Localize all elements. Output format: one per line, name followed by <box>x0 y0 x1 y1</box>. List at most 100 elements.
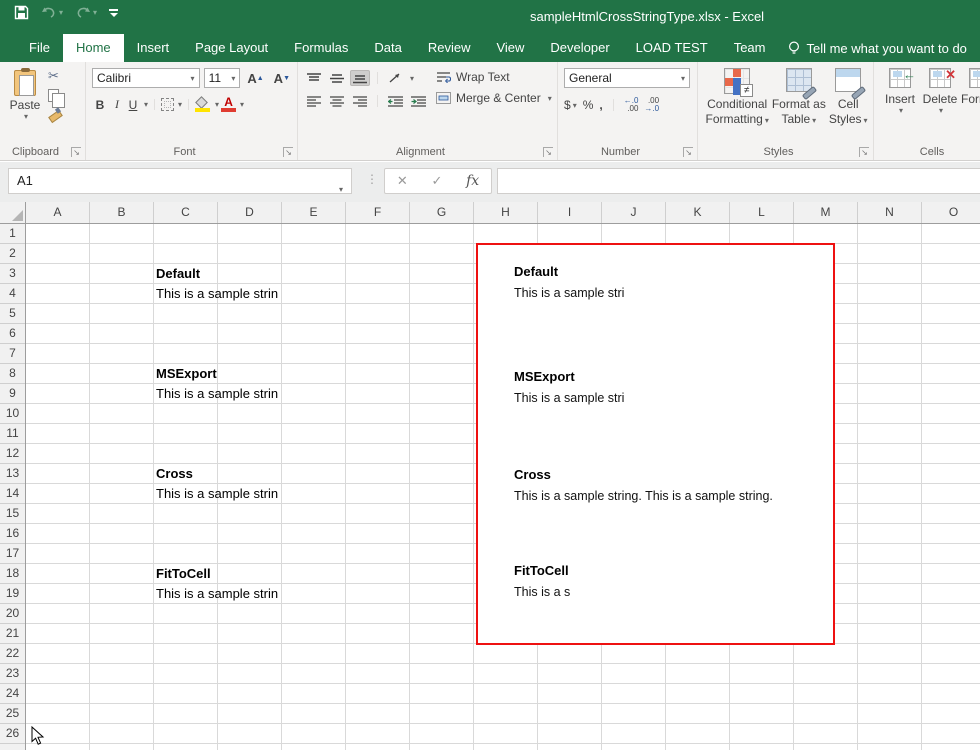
paste-dropdown-icon[interactable]: ▾ <box>10 112 42 121</box>
row-header-1[interactable]: 1 <box>0 224 25 244</box>
font-color-icon[interactable]: A <box>221 97 236 112</box>
cell-C3[interactable]: Default <box>156 264 200 284</box>
percent-button[interactable]: % <box>583 98 594 112</box>
align-left-button[interactable] <box>304 93 324 109</box>
wrap-text-button[interactable]: Wrap Text <box>436 70 552 84</box>
enter-button[interactable]: ✓ <box>431 173 442 189</box>
row-header-24[interactable]: 24 <box>0 684 25 704</box>
tab-file[interactable]: File <box>16 34 63 62</box>
underline-dropdown-icon[interactable]: ▾ <box>144 100 148 109</box>
underline-button[interactable]: U <box>126 98 140 112</box>
column-header-B[interactable]: B <box>90 202 154 223</box>
tab-page-layout[interactable]: Page Layout <box>182 34 281 62</box>
currency-button[interactable]: $▾ <box>564 98 577 112</box>
row-header-16[interactable]: 16 <box>0 524 25 544</box>
save-icon[interactable] <box>14 5 29 20</box>
row-header-4[interactable]: 4 <box>0 284 25 304</box>
delete-cells-button[interactable]: ✕ Delete ▾ <box>920 68 960 144</box>
fill-color-icon[interactable] <box>195 98 211 112</box>
row-header-7[interactable]: 7 <box>0 344 25 364</box>
format-as-table-button[interactable]: Format as Table▾ <box>772 68 826 144</box>
row-header-14[interactable]: 14 <box>0 484 25 504</box>
shrink-font-button[interactable]: A▼ <box>271 71 293 86</box>
row-header-5[interactable]: 5 <box>0 304 25 324</box>
orientation-dropdown-icon[interactable]: ▾ <box>410 74 414 83</box>
cell-C8[interactable]: MSExport <box>156 364 217 384</box>
column-header-C[interactable]: C <box>154 202 218 223</box>
column-header-I[interactable]: I <box>538 202 602 223</box>
row-header-21[interactable]: 21 <box>0 624 25 644</box>
row-header-23[interactable]: 23 <box>0 664 25 684</box>
copy-icon[interactable] <box>48 89 59 102</box>
undo-dropdown-icon[interactable]: ▾ <box>59 8 63 17</box>
middle-align-button[interactable] <box>327 70 347 86</box>
tab-formulas[interactable]: Formulas <box>281 34 361 62</box>
column-header-K[interactable]: K <box>666 202 730 223</box>
redo-dropdown-icon[interactable]: ▾ <box>93 8 97 17</box>
column-header-H[interactable]: H <box>474 202 538 223</box>
increase-indent-button[interactable] <box>408 93 428 109</box>
formula-bar-grip[interactable]: ⋮ <box>366 172 378 186</box>
row-header-3[interactable]: 3 <box>0 264 25 284</box>
formula-input[interactable] <box>497 168 980 194</box>
cell-styles-button[interactable]: Cell Styles▾ <box>829 68 868 144</box>
row-header-17[interactable]: 17 <box>0 544 25 564</box>
format-painter-icon[interactable] <box>48 107 61 120</box>
cell-C19[interactable]: This is a sample strin <box>156 584 281 604</box>
row-header-26[interactable]: 26 <box>0 724 25 744</box>
column-header-E[interactable]: E <box>282 202 346 223</box>
paste-button[interactable]: Paste ▾ <box>8 70 42 121</box>
column-header-L[interactable]: L <box>730 202 794 223</box>
row-header-13[interactable]: 13 <box>0 464 25 484</box>
row-header-6[interactable]: 6 <box>0 324 25 344</box>
tab-team[interactable]: Team <box>721 34 779 62</box>
cell-C18[interactable]: FitToCell <box>156 564 211 584</box>
row-header-20[interactable]: 20 <box>0 604 25 624</box>
tell-me-box[interactable]: Tell me what you want to do <box>778 34 976 62</box>
name-box[interactable]: A1 ▾ <box>8 168 352 194</box>
tab-insert[interactable]: Insert <box>124 34 183 62</box>
number-format-combo[interactable]: General▾ <box>564 68 690 88</box>
borders-icon[interactable] <box>161 98 174 111</box>
font-name-combo[interactable]: Calibri▾ <box>92 68 200 88</box>
insert-dropdown-icon[interactable]: ▾ <box>899 106 903 115</box>
cell-C4[interactable]: This is a sample strin <box>156 284 281 304</box>
clipboard-dialog-launcher[interactable]: ↘ <box>71 147 81 157</box>
bottom-align-button[interactable] <box>350 70 370 86</box>
tab-data[interactable]: Data <box>361 34 414 62</box>
name-box-dropdown-icon[interactable]: ▾ <box>339 178 343 202</box>
row-header-27[interactable] <box>0 744 25 750</box>
select-all-button[interactable] <box>0 202 26 223</box>
font-dialog-launcher[interactable]: ↘ <box>283 147 293 157</box>
borders-dropdown-icon[interactable]: ▾ <box>178 100 182 109</box>
fill-color-dropdown-icon[interactable]: ▾ <box>215 100 219 109</box>
merge-center-dropdown-icon[interactable]: ▾ <box>548 94 552 103</box>
orientation-button[interactable] <box>385 70 405 86</box>
cell-C14[interactable]: This is a sample strin <box>156 484 281 504</box>
column-header-J[interactable]: J <box>602 202 666 223</box>
font-size-combo[interactable]: 11▾ <box>204 68 241 88</box>
decrease-decimal-button[interactable]: .00→.0 <box>644 97 659 113</box>
row-header-18[interactable]: 18 <box>0 564 25 584</box>
cell-C13[interactable]: Cross <box>156 464 193 484</box>
alignment-dialog-launcher[interactable]: ↘ <box>543 147 553 157</box>
row-header-10[interactable]: 10 <box>0 404 25 424</box>
grow-font-button[interactable]: A▲ <box>244 71 266 86</box>
customize-qat-icon[interactable] <box>109 9 118 17</box>
insert-function-button[interactable]: fx <box>466 173 479 189</box>
column-header-A[interactable]: A <box>26 202 90 223</box>
undo-button[interactable]: ▾ <box>41 6 63 19</box>
cancel-button[interactable]: ✕ <box>397 173 408 189</box>
column-header-G[interactable]: G <box>410 202 474 223</box>
row-header-22[interactable]: 22 <box>0 644 25 664</box>
row-header-8[interactable]: 8 <box>0 364 25 384</box>
rendered-image-overlay[interactable]: Default This is a sample stri MSExport T… <box>476 243 835 645</box>
delete-dropdown-icon[interactable]: ▾ <box>939 106 943 115</box>
tab-home[interactable]: Home <box>63 34 124 62</box>
conditional-formatting-button[interactable]: ≠ Conditional Formatting▾ <box>705 68 768 144</box>
number-dialog-launcher[interactable]: ↘ <box>683 147 693 157</box>
align-right-button[interactable] <box>350 93 370 109</box>
insert-cells-button[interactable]: ← Insert ▾ <box>880 68 920 144</box>
format-cells-button[interactable]: Format <box>960 68 980 144</box>
row-header-11[interactable]: 11 <box>0 424 25 444</box>
